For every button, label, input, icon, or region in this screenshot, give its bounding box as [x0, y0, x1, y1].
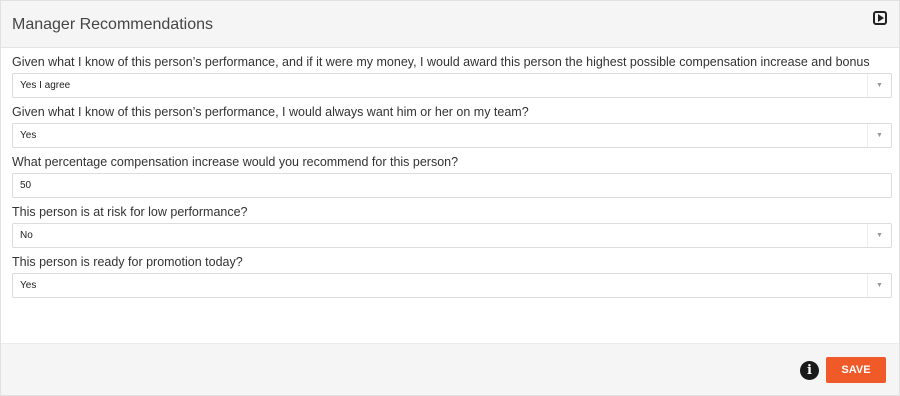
question-label: Given what I know of this person’s perfo… — [12, 105, 529, 119]
panel-title: Manager Recommendations — [12, 16, 213, 33]
percentage-increase-input[interactable]: 50 — [12, 173, 892, 198]
select-value: No — [20, 230, 33, 241]
caret-down-icon[interactable]: ▼ — [867, 224, 891, 247]
question-label: This person is ready for promotion today… — [12, 255, 243, 269]
select-value: Yes — [20, 130, 37, 141]
caret-down-icon[interactable]: ▼ — [867, 124, 891, 147]
input-value: 50 — [20, 180, 32, 191]
question-label: This person is at risk for low performan… — [12, 205, 248, 219]
info-circle-icon[interactable]: i — [800, 361, 819, 380]
question-label: What percentage compensation increase wo… — [12, 155, 459, 169]
field-ready-for-promotion: This person is ready for promotion today… — [12, 248, 892, 298]
select-value: Yes I agree — [20, 80, 71, 91]
panel-body: Given what I know of this person’s perfo… — [1, 48, 899, 298]
field-percentage-increase: What percentage compensation increase wo… — [12, 148, 892, 198]
want-on-team-select[interactable]: Yes ▼ — [12, 123, 892, 148]
select-value: Yes — [20, 280, 37, 291]
play-square-icon[interactable] — [873, 11, 887, 25]
field-want-on-team: Given what I know of this person’s perfo… — [12, 98, 892, 148]
save-button[interactable]: SAVE — [826, 357, 886, 383]
field-risk-low-performance: This person is at risk for low performan… — [12, 198, 892, 248]
award-compensation-select[interactable]: Yes I agree ▼ — [12, 73, 892, 98]
ready-for-promotion-select[interactable]: Yes ▼ — [12, 273, 892, 298]
manager-recommendations-panel: Manager Recommendations Given what I kno… — [0, 0, 900, 396]
question-label: Given what I know of this person’s perfo… — [12, 55, 870, 69]
caret-down-icon[interactable]: ▼ — [867, 74, 891, 97]
caret-down-icon[interactable]: ▼ — [867, 274, 891, 297]
panel-header: Manager Recommendations — [1, 1, 899, 48]
risk-low-performance-select[interactable]: No ▼ — [12, 223, 892, 248]
field-award-compensation: Given what I know of this person’s perfo… — [12, 48, 892, 98]
panel-footer: i SAVE — [1, 343, 899, 395]
